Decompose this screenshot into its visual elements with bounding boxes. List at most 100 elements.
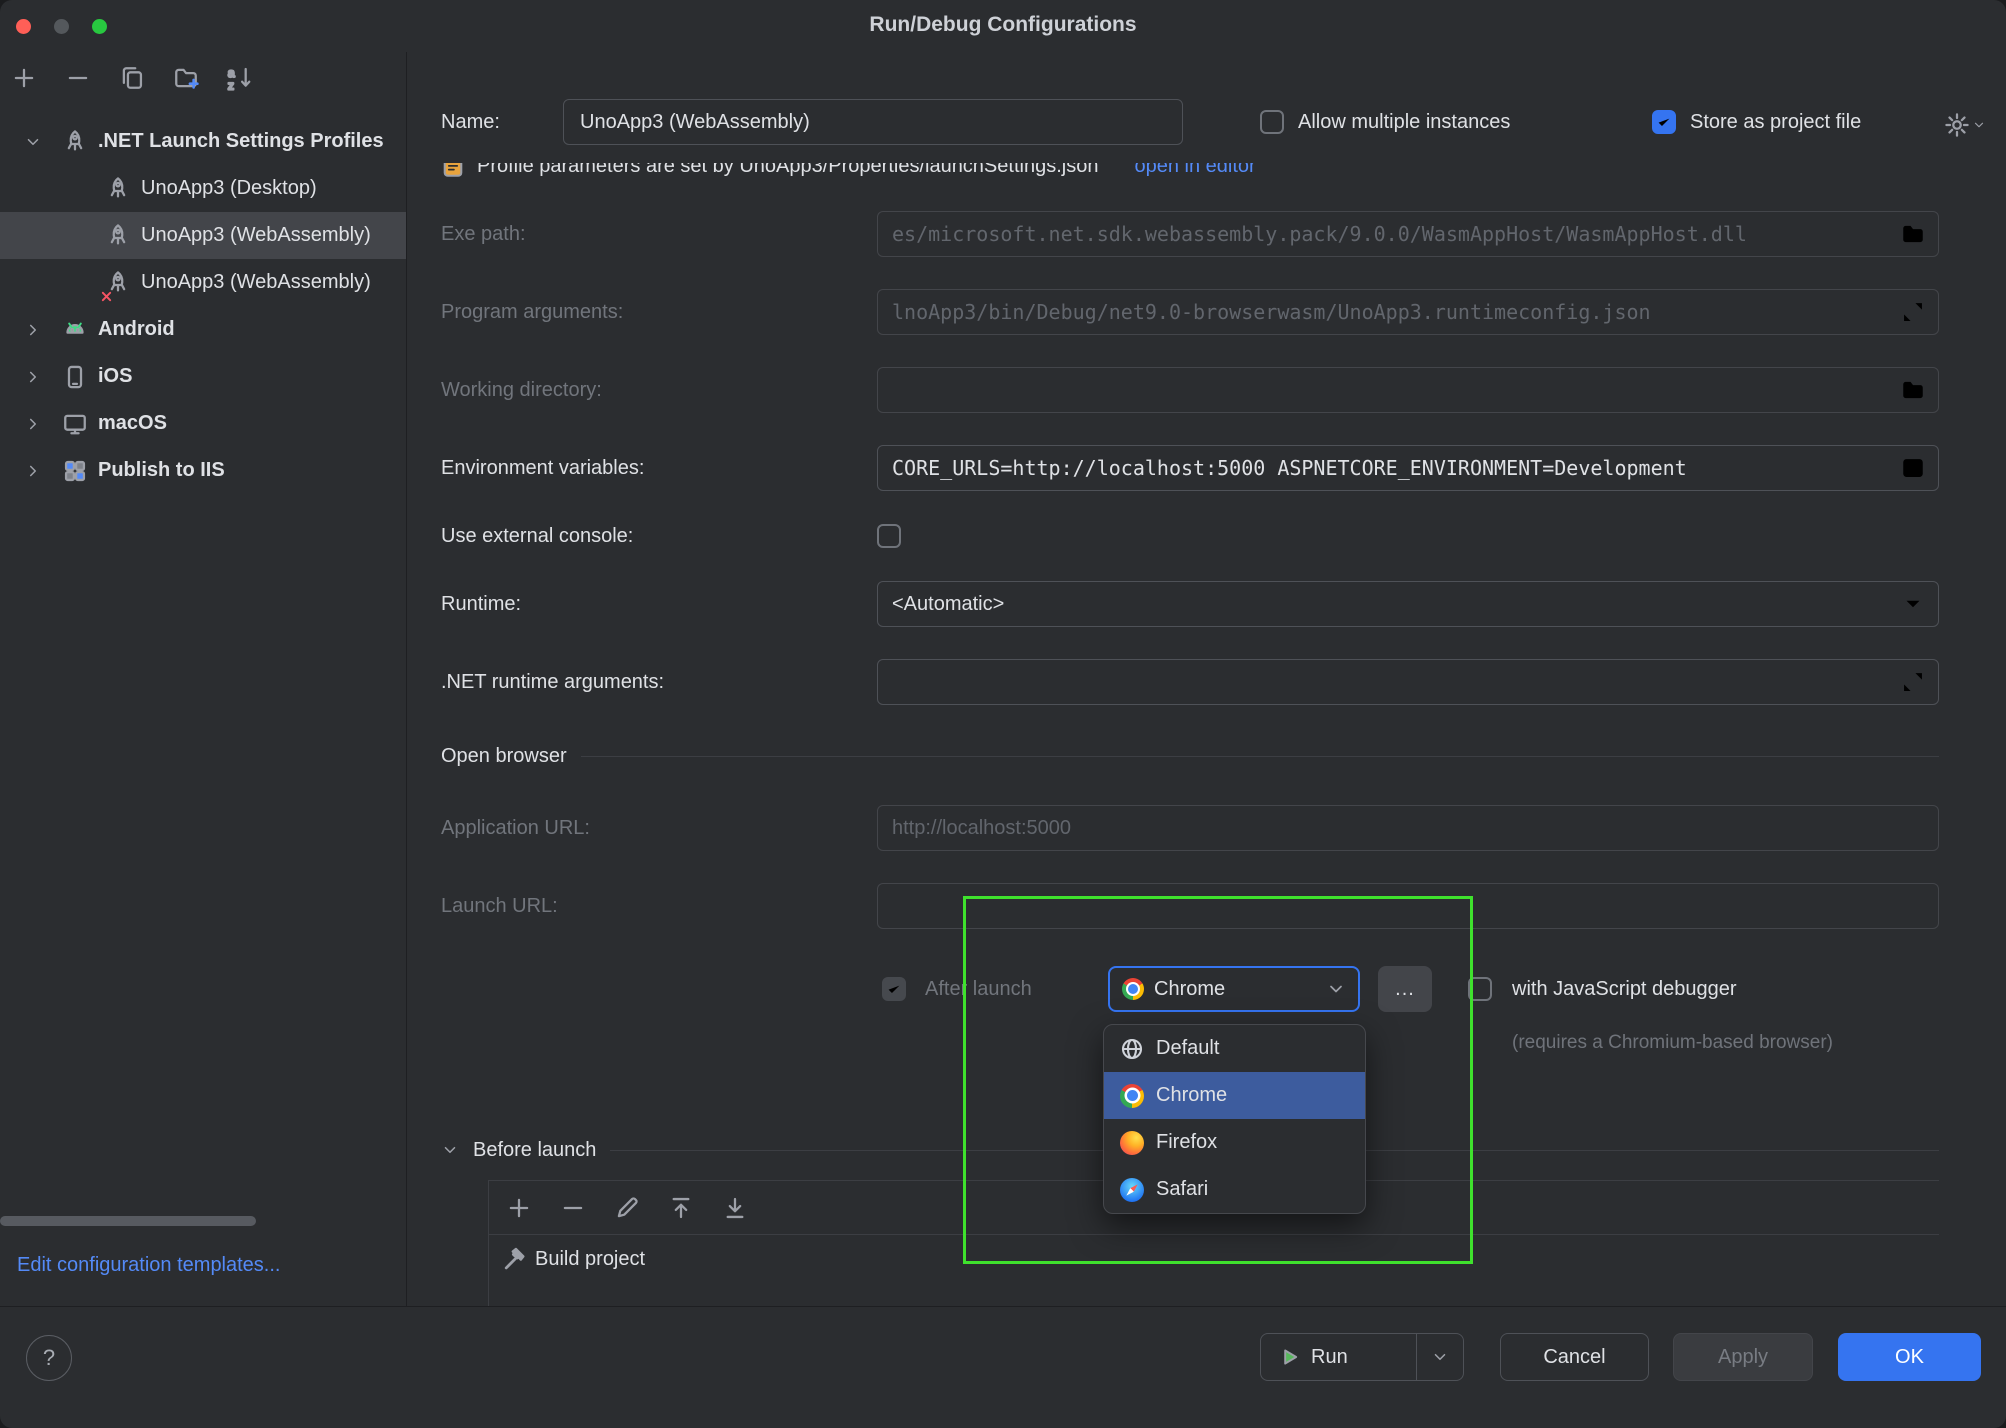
launch-profile-icon [105,223,131,249]
edit-configuration-templates-link[interactable]: Edit configuration templates... [17,1254,280,1277]
application-url-label: Application URL: [441,805,590,851]
remove-task-icon[interactable] [559,1194,587,1222]
exe-path-field: es/microsoft.net.sdk.webassembly.pack/9.… [877,211,1939,257]
sort-configurations-icon[interactable] [226,64,254,92]
configurations-tree: .NET Launch Settings Profiles UnoApp3 (D… [0,118,406,494]
js-debugger-label[interactable]: with JavaScript debugger [1512,966,1737,1012]
run-options-chevron[interactable] [1417,1334,1463,1380]
add-task-icon[interactable] [505,1194,533,1222]
tree-item-ios[interactable]: iOS [0,353,406,400]
browse-browsers-button[interactable]: ... [1378,966,1432,1012]
open-browser-section-title: Open browser [441,745,567,768]
move-task-down-icon[interactable] [721,1194,749,1222]
dropdown-item-chrome[interactable]: Chrome [1104,1072,1365,1119]
after-launch-label[interactable]: After launch [925,966,1032,1012]
copy-configuration-icon[interactable] [118,64,146,92]
build-project-task[interactable]: Build project [489,1235,1939,1283]
chevron-down-icon[interactable] [24,133,42,151]
help-button[interactable]: ? [26,1335,72,1381]
runtime-label: Runtime: [441,581,521,627]
js-debugger-checkbox[interactable] [1468,977,1492,1001]
tree-item-unoapp3-desktop[interactable]: UnoApp3 (Desktop) [0,165,406,212]
edit-task-icon[interactable] [613,1194,641,1222]
expand-icon [1900,299,1926,325]
runtime-select[interactable]: <Automatic> [877,581,1939,627]
tree-item-unoapp3-webassembly-error[interactable]: UnoApp3 (WebAssembly) [0,259,406,306]
name-label: Name: [441,99,500,145]
horizontal-scrollbar[interactable] [0,1216,256,1226]
launch-settings-file-icon [441,163,465,178]
safari-icon [1120,1178,1144,1202]
allow-multiple-instances-checkbox[interactable] [1260,110,1284,134]
play-icon [1279,1346,1301,1368]
globe-icon [1120,1037,1144,1061]
store-as-project-file-checkbox[interactable] [1652,110,1676,134]
tree-item-android[interactable]: Android [0,306,406,353]
environment-variables-label: Environment variables: [441,445,644,491]
ok-button[interactable]: OK [1838,1333,1981,1381]
add-configuration-icon[interactable] [10,64,38,92]
chevron-right-icon[interactable] [24,368,42,386]
android-icon [62,317,88,343]
chevron-right-icon[interactable] [24,415,42,433]
macos-icon [62,411,88,437]
dotnet-runtime-arguments-field[interactable] [877,659,1939,705]
dropdown-item-safari[interactable]: Safari [1104,1166,1365,1213]
environment-list-icon[interactable] [1900,455,1926,481]
allow-multiple-instances-option: Allow multiple instances [1260,110,1510,134]
launch-profile-icon [105,176,131,202]
browser-select[interactable]: Chrome [1108,966,1360,1012]
chevron-down-icon [1972,118,1986,132]
open-in-editor-link[interactable]: open in editor [1134,163,1255,178]
dotnet-runtime-arguments-label: .NET runtime arguments: [441,659,664,705]
configurations-sidebar: .NET Launch Settings Profiles UnoApp3 (D… [0,52,406,1307]
chrome-icon [1120,1084,1144,1108]
tree-item-dotnet-launch-profiles[interactable]: .NET Launch Settings Profiles [0,118,406,165]
chevron-right-icon[interactable] [24,321,42,339]
chevron-down-icon [1431,1348,1449,1366]
program-arguments-field: lnoApp3/bin/Debug/net9.0-browserwasm/Uno… [877,289,1939,335]
dropdown-item-firefox[interactable]: Firefox [1104,1119,1365,1166]
chevron-right-icon[interactable] [24,462,42,480]
name-input[interactable]: UnoApp3 (WebAssembly) [563,99,1183,145]
apply-button: Apply [1673,1333,1813,1381]
run-debug-configurations-dialog: az Run/Debug Configurations [0,0,2006,1428]
before-launch-section-title: Before launch [473,1139,596,1162]
hammer-icon [501,1246,527,1272]
dialog-footer: ? Run Cancel Apply OK [0,1306,2006,1428]
launch-url-field [877,883,1939,929]
launch-url-label: Launch URL: [441,883,558,929]
store-settings-gear[interactable] [1944,112,1986,138]
run-button[interactable]: Run [1261,1334,1416,1380]
environment-variables-field[interactable]: CORE_URLS=http://localhost:5000 ASPNETCO… [877,445,1939,491]
profile-parameters-banner: Profile parameters are set by UnoApp3/Pr… [441,163,1939,191]
store-as-project-file-option: Store as project file [1652,110,1861,134]
firefox-icon [1120,1131,1144,1155]
tree-item-unoapp3-webassembly[interactable]: UnoApp3 (WebAssembly) [0,212,406,259]
open-browser-section: Open browser [441,743,1939,769]
sidebar-divider [406,52,407,1307]
use-external-console-checkbox[interactable] [877,524,901,548]
dropdown-item-default[interactable]: Default [1104,1025,1365,1072]
chevron-down-icon [1326,979,1346,999]
cancel-button[interactable]: Cancel [1500,1333,1649,1381]
use-external-console-label: Use external console: [441,513,633,559]
iis-icon [62,458,88,484]
move-task-up-icon[interactable] [667,1194,695,1222]
tree-item-publish-to-iis[interactable]: Publish to IIS [0,447,406,494]
ios-icon [62,364,88,390]
working-directory-label: Working directory: [441,367,602,413]
expand-icon [1900,669,1926,695]
new-folder-icon[interactable] [172,64,200,92]
window-title: Run/Debug Configurations [0,13,2006,37]
chevron-down-icon[interactable] [441,1141,459,1159]
run-split-button: Run [1260,1333,1464,1381]
launch-profile-error-icon [105,270,131,296]
js-debugger-hint: (requires a Chromium-based browser) [1512,1032,1833,1054]
gear-icon [1944,112,1970,138]
chevron-down-icon [1900,591,1926,617]
tree-item-macos[interactable]: macOS [0,400,406,447]
after-launch-checkbox[interactable] [882,977,906,1001]
remove-configuration-icon[interactable] [64,64,92,92]
folder-icon [1900,377,1926,403]
